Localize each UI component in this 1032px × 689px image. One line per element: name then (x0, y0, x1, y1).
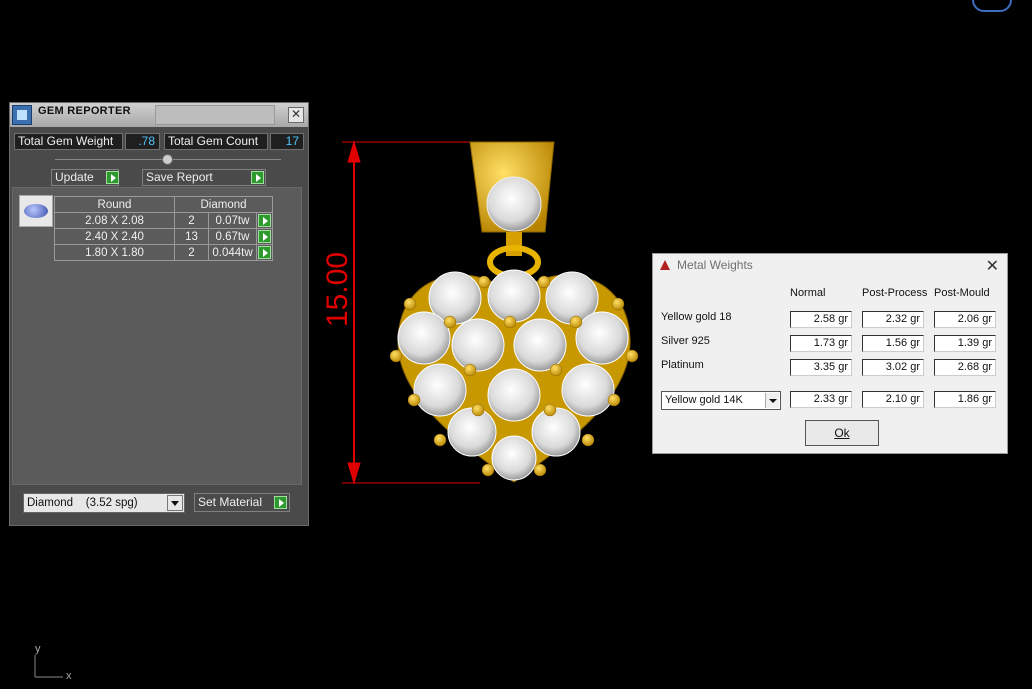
dimension-label: 15.00 (321, 251, 354, 327)
custom-post-mould-weight-field[interactable]: 1.86 gr (934, 391, 996, 408)
post-mould-weight-field[interactable]: 2.68 gr (934, 359, 996, 376)
custom-metal-value: Yellow gold 14K (665, 394, 743, 406)
ring-icon (660, 260, 670, 270)
custom-metal-select[interactable]: Yellow gold 14K (661, 391, 781, 410)
pendant-heart (389, 269, 639, 483)
post-process-weight-field[interactable]: 1.56 gr (862, 335, 924, 352)
normal-weight-field[interactable]: 1.73 gr (790, 335, 852, 352)
post-process-weight-field[interactable]: 2.32 gr (862, 311, 924, 328)
column-header-post-process: Post-Process (862, 287, 928, 299)
normal-weight-field[interactable]: 3.35 gr (790, 359, 852, 376)
close-icon[interactable]: ✕ (986, 256, 999, 276)
custom-post-process-weight-field[interactable]: 2.10 gr (862, 391, 924, 408)
x-axis-label: x (66, 670, 72, 682)
column-header-normal: Normal (790, 287, 826, 299)
metal-name: Silver 925 (661, 335, 710, 347)
view-cube-gizmo[interactable] (972, 0, 1012, 12)
ok-button-label: Ok (834, 426, 850, 440)
metal-name: Platinum (661, 359, 704, 371)
post-process-weight-field[interactable]: 3.02 gr (862, 359, 924, 376)
pendant-bail (469, 141, 555, 279)
axis-indicator (34, 655, 63, 678)
ok-button[interactable]: Ok (805, 420, 879, 446)
y-axis-label: y (35, 643, 41, 655)
chevron-down-icon[interactable] (765, 393, 779, 408)
post-mould-weight-field[interactable]: 1.39 gr (934, 335, 996, 352)
normal-weight-field[interactable]: 2.58 gr (790, 311, 852, 328)
post-mould-weight-field[interactable]: 2.06 gr (934, 311, 996, 328)
metal-weights-dialog: Metal Weights ✕ Normal Post-Process Post… (652, 253, 1008, 454)
metal-weights-title: Metal Weights (677, 258, 753, 272)
metal-name: Yellow gold 18 (661, 311, 732, 323)
custom-normal-weight-field[interactable]: 2.33 gr (790, 391, 852, 408)
column-header-post-mould: Post-Mould (934, 287, 990, 299)
